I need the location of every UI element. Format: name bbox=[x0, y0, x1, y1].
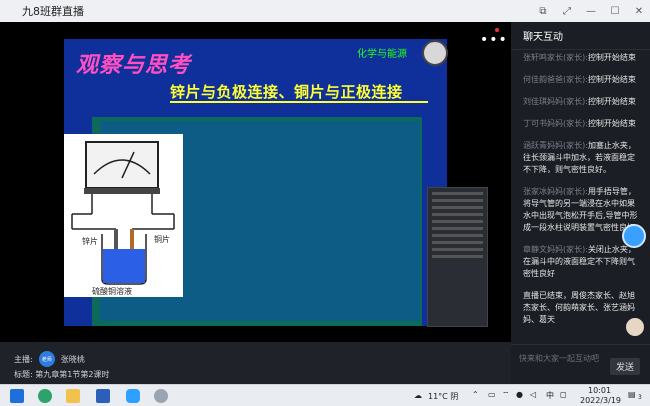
weather-text[interactable]: 11°C 阴 bbox=[428, 391, 458, 402]
slide-topic: 化学与能源 bbox=[357, 49, 407, 60]
solution-label: 硫酸铜溶液 bbox=[92, 287, 132, 296]
chat-system-message: 直播已结束，周俊杰家长、赵旭杰家长、何韵萌家长、张艺涵妈妈、葛天 bbox=[523, 291, 635, 324]
maximize-icon[interactable]: ☐ bbox=[610, 6, 620, 17]
galvanometer-diagram: 锌片 铜片 硫酸铜溶液 bbox=[64, 134, 183, 297]
volume-icon[interactable]: ◁ bbox=[530, 390, 536, 399]
zinc-label: 锌片 bbox=[82, 237, 98, 246]
restore-down-icon[interactable]: ⧉ bbox=[538, 6, 548, 17]
app-tray-icon[interactable]: ● bbox=[516, 390, 523, 399]
battery-icon[interactable]: ▭ bbox=[488, 390, 496, 399]
send-button[interactable]: 发送 bbox=[610, 358, 640, 375]
stream-title: 标题: 第九章第1节第2课时 bbox=[14, 369, 109, 380]
slide-banner: 观察与思考 bbox=[76, 52, 192, 78]
close-icon[interactable]: ✕ bbox=[634, 6, 644, 17]
copper-label: 铜片 bbox=[154, 235, 170, 244]
clock-time[interactable]: 10:01 bbox=[588, 386, 611, 395]
host-name: 张晓桃 bbox=[60, 354, 85, 364]
dingtalk-icon[interactable] bbox=[126, 389, 140, 403]
host-label: 主播: bbox=[14, 354, 33, 364]
chat-message: 张家冰妈妈(家长):用手捂导管，将导气管的另一端浸在水中如果水中出现气泡松开手后… bbox=[523, 187, 638, 232]
topic-label: 标题: bbox=[14, 370, 33, 379]
windows-taskbar: ☁ 11°C 阴 ⌃ ▭ ⌔ ● ◁ 中 ◻ 10:01 2022/3/19 ▤… bbox=[0, 384, 650, 406]
presentation-slide: 观察与思考 化学与能源 锌片与负极连接、铜片与正极连接 锌片 铜片 硫酸铜溶液 bbox=[64, 39, 447, 326]
chat-message: 涵跃青妈妈(家长):加塞止水夹，往长颈漏斗中加水，若液面稳定不下降，则气密性良好… bbox=[523, 141, 636, 174]
live-info-bar: 主播: 老师 张晓桃 标题: 第九章第1节第2课时 bbox=[0, 342, 511, 384]
chat-message: 丁可书妈妈(家长):控制开始结束 bbox=[523, 119, 636, 128]
tray-app-icon[interactable]: ◻ bbox=[560, 390, 567, 399]
more-options-icon[interactable]: ••• bbox=[480, 32, 508, 48]
ime-indicator[interactable]: 中 bbox=[546, 390, 554, 401]
chat-message: 何佳韵爸爸(家长):控制开始结束 bbox=[523, 75, 636, 84]
live-video[interactable]: 观察与思考 化学与能源 锌片与负极连接、铜片与正极连接 锌片 铜片 硫酸铜溶液 … bbox=[0, 22, 511, 342]
weather-icon[interactable]: ☁ bbox=[414, 391, 422, 400]
chat-header: 聊天互动 bbox=[511, 22, 650, 50]
notification-center-icon[interactable]: ▤ bbox=[628, 390, 636, 399]
screen-share-thumbnail[interactable] bbox=[427, 187, 488, 327]
start-icon[interactable] bbox=[10, 389, 24, 403]
network-icon[interactable]: ⌔ bbox=[502, 390, 510, 400]
window-controls: ⧉ ⤢ — ☐ ✕ bbox=[538, 0, 644, 22]
subtitle-underline bbox=[170, 101, 428, 103]
topic-value: 第九章第1节第2课时 bbox=[35, 370, 110, 379]
chat-message: 张轩鸣家长(家长):控制开始结束 bbox=[523, 53, 636, 62]
host-info: 主播: 老师 张晓桃 bbox=[14, 351, 85, 367]
edge-browser-icon[interactable] bbox=[38, 389, 52, 403]
chat-messages[interactable]: 张轩鸣家长(家长):控制开始结束 何佳韵爸爸(家长):控制开始结束 刘佳琪妈妈(… bbox=[511, 52, 650, 342]
tray-chevron-icon[interactable]: ⌃ bbox=[472, 390, 479, 399]
window-title: 九8班群直播 bbox=[22, 5, 84, 18]
galvanometer-drawing bbox=[71, 141, 175, 285]
user-avatar-icon[interactable] bbox=[626, 318, 644, 336]
file-explorer-icon[interactable] bbox=[66, 389, 80, 403]
minimize-icon[interactable]: — bbox=[586, 6, 596, 17]
chat-input[interactable]: 快来和大家一起互动吧 bbox=[519, 353, 599, 364]
assistant-float-icon[interactable] bbox=[622, 224, 646, 248]
slide-subtitle: 锌片与负极连接、铜片与正极连接 bbox=[170, 83, 403, 101]
live-app-icon[interactable] bbox=[154, 389, 168, 403]
clock-date[interactable]: 2022/3/19 bbox=[580, 396, 621, 405]
teacher-avatar[interactable] bbox=[422, 40, 448, 66]
chat-message: 刘佳琪妈妈(家长):控制开始结束 bbox=[523, 97, 636, 106]
chat-input-area: 快来和大家一起互动吧 发送 bbox=[511, 344, 650, 384]
host-avatar: 老师 bbox=[38, 351, 55, 367]
fullscreen-icon[interactable]: ⤢ bbox=[562, 6, 572, 17]
title-bar: 九8班群直播 ⧉ ⤢ — ☐ ✕ bbox=[0, 0, 650, 22]
chat-message: 章静文妈妈(家长):关闭止水夹，在漏斗中的液面稳定不下降则气密性良好 bbox=[523, 245, 636, 278]
word-icon[interactable] bbox=[96, 389, 110, 403]
notification-count: 3 bbox=[638, 394, 642, 401]
